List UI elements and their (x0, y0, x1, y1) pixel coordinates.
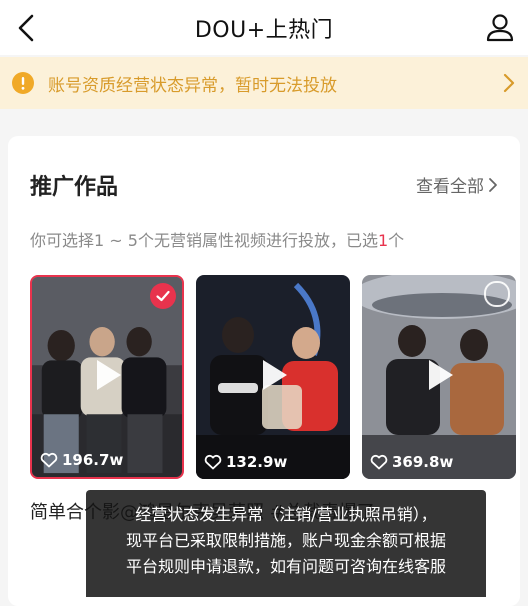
select-checkbox[interactable] (484, 281, 510, 307)
video-card-3[interactable]: 369.8w (362, 275, 516, 479)
top-bar: DOU+上热门 (0, 0, 528, 55)
warning-circle-icon (12, 72, 34, 94)
warning-banner[interactable]: 账号资质经营状态异常，暂时无法投放 (0, 57, 528, 109)
play-icon (97, 360, 121, 390)
toast-line-1: 经营状态发生异常（注销/营业执照吊销）， (135, 505, 437, 524)
back-arrow-icon[interactable] (10, 10, 46, 46)
chevron-right-icon (489, 177, 497, 192)
toast-message: 经营状态发生异常（注销/营业执照吊销）， 现平台已采取限制措施，账户现金余额可根… (86, 490, 486, 597)
video-card-2[interactable]: 132.9w (196, 275, 350, 479)
video-card-1[interactable]: 196.7w (30, 275, 184, 479)
heart-icon (40, 453, 58, 468)
heart-icon (370, 455, 388, 470)
toast-line-2: 现平台已采取限制措施，账户现金余额可根据 (125, 531, 446, 550)
chevron-right-icon (503, 73, 515, 93)
user-icon[interactable] (482, 10, 518, 46)
selected-count: 1 (377, 231, 389, 250)
play-icon (263, 360, 287, 390)
heart-icon (204, 455, 222, 470)
video-list: 196.7w 132.9w 369.8w (30, 275, 520, 479)
play-icon (429, 360, 453, 390)
video-likes: 369.8w (370, 453, 453, 471)
likes-count: 369.8w (392, 453, 454, 471)
selection-hint-text: 你可选择1 ~ 5个无营销属性视频进行投放，已选 (30, 231, 378, 250)
video-likes: 132.9w (204, 453, 287, 471)
warning-text: 账号资质经营状态异常，暂时无法投放 (48, 75, 337, 96)
view-all-label: 查看全部 (416, 177, 484, 197)
check-icon (150, 283, 176, 309)
video-likes: 196.7w (40, 451, 123, 469)
toast-line-3: 平台规则申请退款，如有问题可咨询在线客服 (125, 557, 446, 576)
selection-hint: 你可选择1 ~ 5个无营销属性视频进行投放，已选1个 (30, 227, 404, 251)
likes-count: 196.7w (62, 451, 124, 469)
view-all-link[interactable]: 查看全部 (416, 172, 498, 197)
likes-count: 132.9w (226, 453, 288, 471)
page-title: DOU+上热门 (194, 17, 334, 43)
section-title: 推广作品 (30, 175, 119, 200)
selection-hint-suffix: 个 (388, 231, 405, 250)
